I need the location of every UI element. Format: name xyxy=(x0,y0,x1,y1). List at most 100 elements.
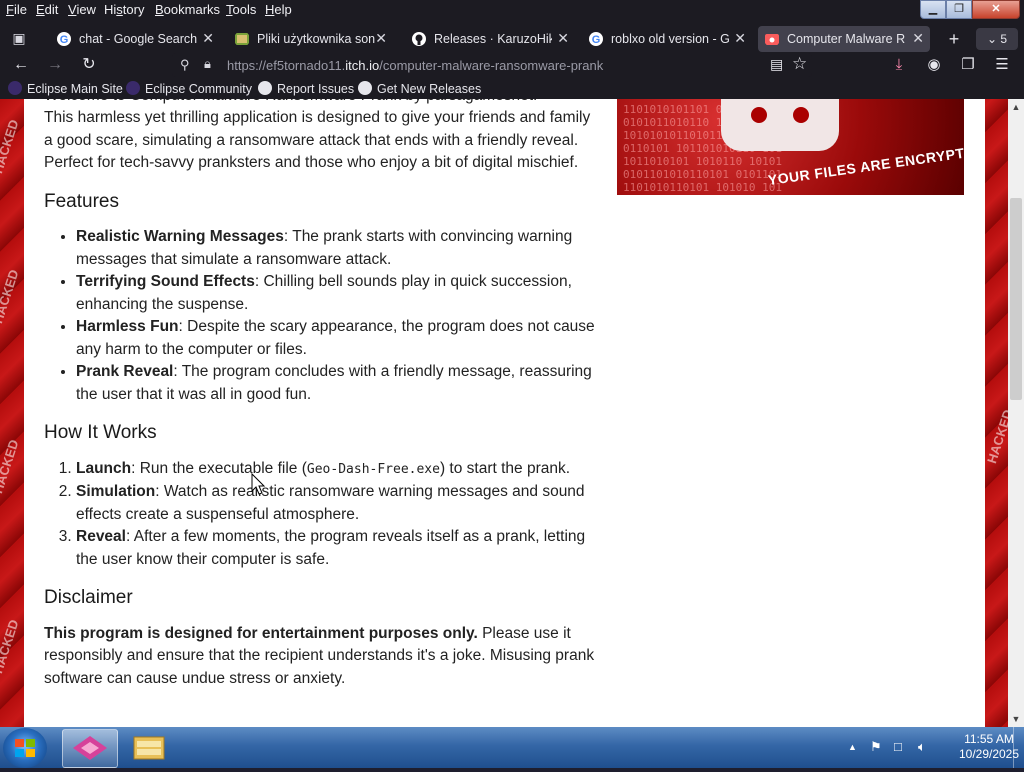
tab-label: chat - Google Search xyxy=(79,32,197,46)
url-text[interactable]: https://ef5tornado11.itch.io/computer-ma… xyxy=(227,58,603,73)
features-list: Realistic Warning Messages: The prank st… xyxy=(44,226,599,406)
list-item: Harmless Fun: Despite the scary appearan… xyxy=(76,316,599,361)
taskbar-browser-app[interactable] xyxy=(62,729,118,768)
browser-chrome: File Edit View History Bookmarks Tools H… xyxy=(0,0,1024,99)
tab-pliki-uzytkownika[interactable]: Pliki użytkownika sonic ✕ xyxy=(228,26,393,52)
bookmark-star-icon[interactable]: ☆ xyxy=(792,54,807,74)
scroll-up-icon[interactable]: ▲ xyxy=(1008,99,1024,115)
tab-close-icon[interactable]: ✕ xyxy=(912,30,924,47)
new-tab-button[interactable]: + xyxy=(944,30,964,50)
close-window-button[interactable]: ✕ xyxy=(972,0,1020,19)
tab-releases-karuzohikari[interactable]: Releases · KaruzoHikari ✕ xyxy=(405,26,575,52)
page-viewport: HACKED HACKED HACKED HACKED HACKED Welco… xyxy=(0,99,1008,727)
navigation-bar: ← → ↻ ⚲ 🔒︎ https://ef5tornado11.itch.io/… xyxy=(0,52,1024,78)
github-icon xyxy=(358,81,372,95)
tab-label: Computer Malware Ran xyxy=(787,32,905,46)
show-hidden-icons[interactable]: ▲ xyxy=(848,742,857,752)
game-description: Welcome to Computer Malware Ransomware P… xyxy=(44,99,599,690)
disclaimer-paragraph: This program is designed for entertainme… xyxy=(44,624,595,687)
lock-icon[interactable]: 🔒︎ xyxy=(204,56,211,72)
reload-button[interactable]: ↻ xyxy=(78,55,100,75)
app-menu-icon[interactable]: ☰ xyxy=(991,55,1013,75)
google-icon: G xyxy=(589,32,603,46)
tracking-protection-icon[interactable]: ⚲ xyxy=(180,57,190,73)
tab-close-icon[interactable]: ✕ xyxy=(557,30,569,47)
reader-view-icon[interactable]: ▤ xyxy=(770,56,783,73)
vertical-scrollbar[interactable]: ▲ ▼ xyxy=(1008,99,1024,727)
show-desktop-button[interactable] xyxy=(1013,727,1024,768)
disclaimer-heading: Disclaimer xyxy=(44,587,133,608)
how-it-works-heading: How It Works xyxy=(44,422,157,443)
svg-text:G: G xyxy=(60,34,69,46)
windows-logo-icon xyxy=(15,739,35,757)
back-button[interactable]: ← xyxy=(10,55,32,75)
list-item: Realistic Warning Messages: The prank st… xyxy=(76,226,599,271)
bookmark-eclipse-main-site[interactable]: Eclipse Main Site xyxy=(8,81,123,96)
tab-bar: ▣ G chat - Google Search ✕ Pliki użytkow… xyxy=(0,24,1024,52)
action-center-icon[interactable]: ⚑ xyxy=(870,739,882,755)
features-heading: Features xyxy=(44,190,119,212)
tab-label: Releases · KaruzoHikari xyxy=(434,32,552,46)
background-text: HACKED xyxy=(0,267,22,326)
forward-button[interactable]: → xyxy=(44,55,66,75)
list-item: Terrifying Sound Effects: Chilling bell … xyxy=(76,271,599,316)
scrollbar-thumb[interactable] xyxy=(1010,198,1022,400)
windows-taskbar: ▲ ⚑ □ 🔈︎ 11:55 AM 10/29/2025 xyxy=(0,727,1024,768)
mouse-cursor-icon xyxy=(251,472,266,495)
tab-roblxo-old-version[interactable]: G roblxo old version - Go ✕ xyxy=(582,26,752,52)
bookmark-report-issues[interactable]: Report Issues xyxy=(258,81,354,96)
window-controls: ▁ ❐ ✕ xyxy=(920,0,1020,19)
downloads-icon[interactable]: ⤓ xyxy=(888,55,910,75)
bookmark-eclipse-community[interactable]: Eclipse Community xyxy=(126,81,252,96)
filename-code: Geo-Dash-Free.exe xyxy=(306,461,440,477)
tab-overview-icon[interactable]: ▣ xyxy=(8,28,30,48)
network-icon[interactable]: □ xyxy=(894,739,902,754)
github-icon xyxy=(258,81,272,95)
bookmark-get-new-releases[interactable]: Get New Releases xyxy=(358,81,481,96)
tab-count: 5 xyxy=(1000,32,1008,46)
skull-graphic xyxy=(721,99,839,151)
maximize-button[interactable]: ❐ xyxy=(946,0,972,19)
itchio-icon xyxy=(765,34,779,45)
tab-close-icon[interactable]: ✕ xyxy=(734,30,746,47)
list-item: Simulation: Watch as realistic ransomwar… xyxy=(76,481,599,526)
volume-muted-icon[interactable]: 🔈︎ xyxy=(918,739,926,755)
extensions-icon[interactable]: ❐ xyxy=(957,55,979,75)
svg-text:G: G xyxy=(592,34,601,46)
ransomware-banner-image[interactable]: 1101010101101 0101 1011 0101011010110 10… xyxy=(617,99,964,195)
tab-list-button[interactable]: ⌄ 5 xyxy=(976,28,1018,50)
steps-list: Launch: Run the executable file (Geo-Das… xyxy=(44,458,599,572)
eclipse-icon xyxy=(126,81,140,95)
intro-paragraph: This harmless yet thrilling application … xyxy=(44,109,591,171)
menu-help[interactable]: Help xyxy=(265,2,292,17)
scroll-down-icon[interactable]: ▼ xyxy=(1008,711,1024,727)
account-icon[interactable]: ◉ xyxy=(923,55,945,75)
menu-tools[interactable]: Tools xyxy=(226,2,256,17)
start-button[interactable] xyxy=(3,728,47,768)
tab-chat-google-search[interactable]: G chat - Google Search ✕ xyxy=(50,26,220,52)
tab-close-icon[interactable]: ✕ xyxy=(202,30,214,47)
menu-edit[interactable]: Edit xyxy=(36,2,58,17)
menu-bookmarks[interactable]: Bookmarks xyxy=(155,2,220,17)
list-item: Launch: Run the executable file (Geo-Das… xyxy=(76,458,599,482)
tab-label: roblxo old version - Go xyxy=(611,32,729,46)
folder-icon xyxy=(133,736,165,760)
page-content: Welcome to Computer Malware Ransomware P… xyxy=(24,99,985,727)
tab-close-icon[interactable]: ✕ xyxy=(375,30,387,47)
taskbar-explorer-app[interactable] xyxy=(122,729,176,766)
background-text: HACKED xyxy=(0,437,22,496)
menu-history[interactable]: History xyxy=(104,2,144,17)
tab-computer-malware[interactable]: Computer Malware Ran ✕ xyxy=(758,26,930,52)
menu-bar: File Edit View History Bookmarks Tools H… xyxy=(0,0,1024,20)
background-text: HACKED xyxy=(0,117,22,176)
system-tray: ▲ ⚑ □ 🔈︎ 11:55 AM 10/29/2025 xyxy=(834,727,1024,768)
eclipse-icon xyxy=(8,81,22,95)
address-bar[interactable]: ⚲ 🔒︎ https://ef5tornado11.itch.io/comput… xyxy=(172,53,812,77)
menu-file[interactable]: File xyxy=(6,2,27,17)
list-item: Prank Reveal: The program concludes with… xyxy=(76,361,599,406)
menu-view[interactable]: View xyxy=(68,2,96,17)
minimize-button[interactable]: ▁ xyxy=(920,0,946,19)
github-icon xyxy=(412,32,426,46)
intro-partial: Welcome to Computer Malware Ransomware P… xyxy=(44,99,599,107)
tab-label: Pliki użytkownika sonic xyxy=(257,32,375,46)
